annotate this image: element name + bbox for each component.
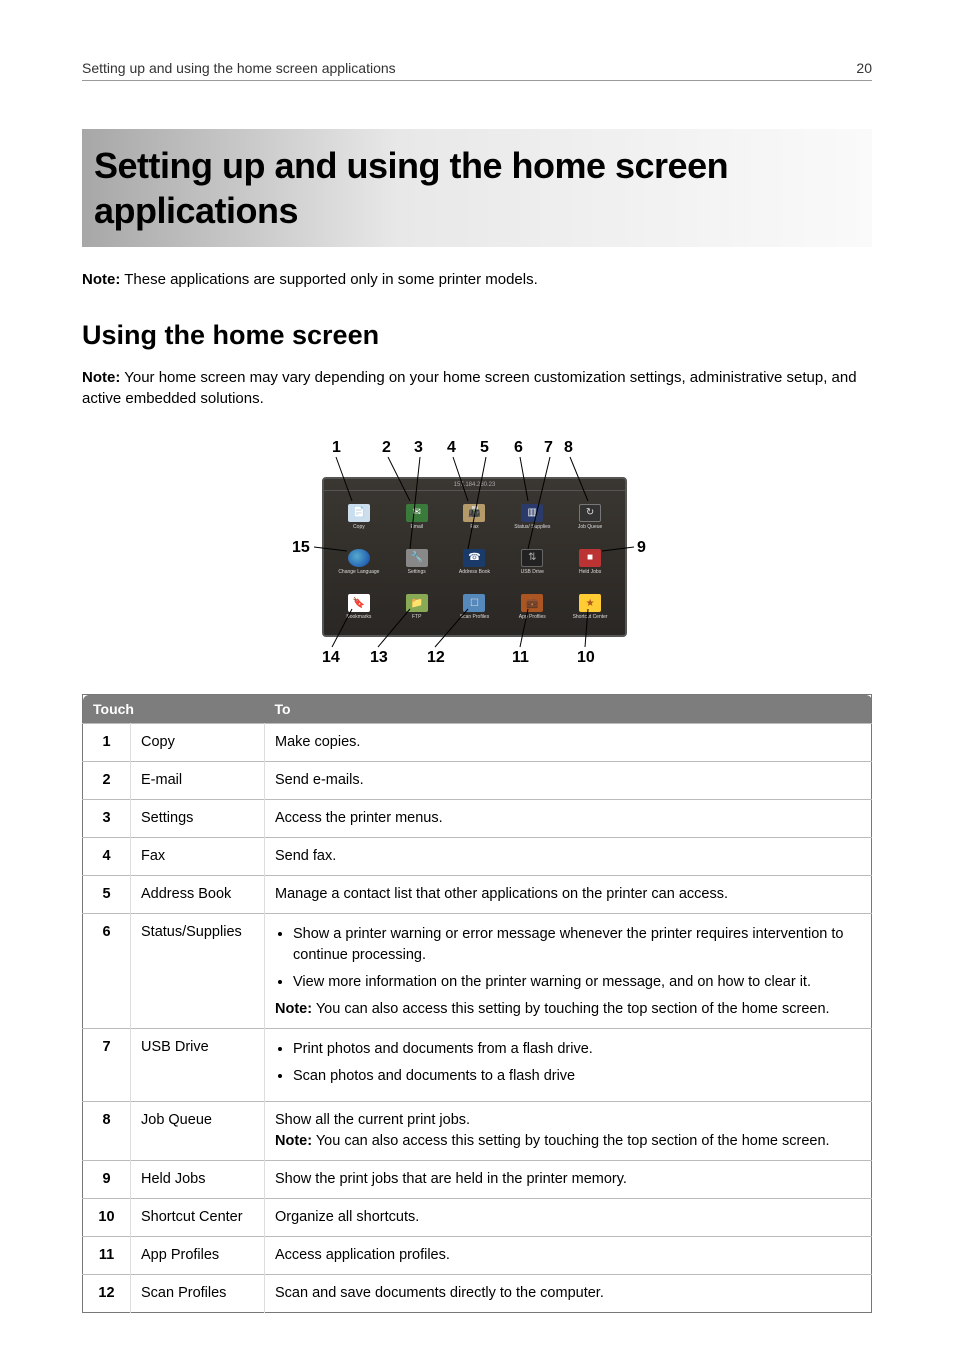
app-shortcutcenter: ★Shortcut Center	[563, 586, 617, 629]
queue-icon: ↻	[579, 504, 601, 522]
note-text: You can also access this setting by touc…	[312, 1001, 830, 1017]
note-1: Note: These applications are supported o…	[82, 269, 872, 290]
running-header: Setting up and using the home screen app…	[82, 60, 872, 81]
page-number: 20	[856, 60, 872, 76]
callout-6: 6	[514, 439, 523, 457]
list-item: Show a printer warning or error message …	[293, 924, 861, 966]
table-row: 10Shortcut CenterOrganize all shortcuts.	[83, 1199, 872, 1237]
figure-home-screen: 1 2 3 4 5 6 7 8 15 9 14 13 12 11 10 157.…	[82, 439, 872, 674]
app-bookmarks: 🔖Bookmarks	[332, 586, 386, 629]
screen-status-bar: 157.184.230.23	[324, 479, 625, 491]
note-text: Your home screen may vary depending on y…	[82, 369, 857, 407]
email-icon: ✉	[406, 504, 428, 522]
app-copy: 📄Copy	[332, 495, 386, 538]
callout-1: 1	[332, 439, 341, 457]
status-icon: ▥	[521, 504, 543, 522]
briefcase-icon: 💼	[521, 594, 543, 612]
printer-home-screen: 157.184.230.23 📄Copy ✉Email 📠Fax ▥Status…	[322, 477, 627, 637]
usb-icon: ⇅	[521, 549, 543, 567]
app-heldjobs: ■Held Jobs	[563, 540, 617, 583]
note-label: Note:	[82, 271, 120, 288]
table-row: 12Scan ProfilesScan and save documents d…	[83, 1275, 872, 1313]
callout-4: 4	[447, 439, 456, 457]
callout-12: 12	[427, 649, 445, 667]
table-row: 4FaxSend fax.	[83, 838, 872, 876]
callout-2: 2	[382, 439, 391, 457]
chapter-banner: Setting up and using the home screen app…	[82, 129, 872, 247]
note-text: These applications are supported only in…	[120, 271, 537, 288]
app-usb: ⇅USB Drive	[505, 540, 559, 583]
app-scanprofiles: ☐Scan Profiles	[448, 586, 502, 629]
list-item: Print photos and documents from a flash …	[293, 1039, 861, 1060]
note-label: Note:	[275, 1001, 312, 1017]
list-item: Scan photos and documents to a flash dri…	[293, 1066, 861, 1087]
copy-icon: 📄	[348, 504, 370, 522]
star-icon: ★	[579, 594, 601, 612]
app-jobqueue: ↻Job Queue	[563, 495, 617, 538]
callout-8: 8	[564, 439, 573, 457]
app-addressbook: ☎Address Book	[448, 540, 502, 583]
callout-7: 7	[544, 439, 553, 457]
table-row: 5Address BookManage a contact list that …	[83, 876, 872, 914]
callout-15: 15	[292, 539, 310, 557]
callout-5: 5	[480, 439, 489, 457]
app-settings: 🔧Settings	[390, 540, 444, 583]
table-row: 7 USB Drive Print photos and documents f…	[83, 1029, 872, 1102]
callout-9: 9	[637, 539, 646, 557]
note-text: You can also access this setting by touc…	[312, 1133, 830, 1149]
table-row: 2E-mailSend e-mails.	[83, 762, 872, 800]
desc: Show all the current print jobs.	[275, 1110, 861, 1131]
section-heading: Using the home screen	[82, 320, 872, 351]
app-language: Change Language	[332, 540, 386, 583]
note-label: Note:	[82, 369, 120, 386]
chapter-title: Setting up and using the home screen app…	[94, 143, 860, 233]
callout-14: 14	[322, 649, 340, 667]
scan-icon: ☐	[463, 594, 485, 612]
callout-3: 3	[414, 439, 423, 457]
fax-icon: 📠	[463, 504, 485, 522]
app-ftp: 📁FTP	[390, 586, 444, 629]
table-row: 1CopyMake copies.	[83, 724, 872, 762]
note-2: Note: Your home screen may vary dependin…	[82, 367, 872, 409]
globe-icon	[348, 549, 370, 567]
wrench-icon: 🔧	[406, 549, 428, 567]
callout-10: 10	[577, 649, 595, 667]
bookmark-icon: 🔖	[348, 594, 370, 612]
app-status: ▥Status/ Supplies	[505, 495, 559, 538]
th-to: To	[265, 695, 872, 724]
table-row: 8 Job Queue Show all the current print j…	[83, 1102, 872, 1161]
app-appprofiles: 💼App Profiles	[505, 586, 559, 629]
app-email: ✉Email	[390, 495, 444, 538]
callout-13: 13	[370, 649, 388, 667]
note-label: Note:	[275, 1133, 312, 1149]
addressbook-icon: ☎	[463, 549, 485, 567]
app-fax: 📠Fax	[448, 495, 502, 538]
list-item: View more information on the printer war…	[293, 972, 861, 993]
table-row: 6 Status/Supplies Show a printer warning…	[83, 914, 872, 1029]
running-title: Setting up and using the home screen app…	[82, 60, 396, 76]
th-touch: Touch	[83, 695, 265, 724]
callout-11: 11	[512, 649, 529, 667]
table-row: 9Held JobsShow the print jobs that are h…	[83, 1161, 872, 1199]
heldjobs-icon: ■	[579, 549, 601, 567]
table-row: 11App ProfilesAccess application profile…	[83, 1237, 872, 1275]
table-row: 3SettingsAccess the printer menus.	[83, 800, 872, 838]
page: Setting up and using the home screen app…	[0, 0, 954, 1353]
home-screen-table: Touch To 1CopyMake copies. 2E-mailSend e…	[82, 694, 872, 1313]
ftp-icon: 📁	[406, 594, 428, 612]
